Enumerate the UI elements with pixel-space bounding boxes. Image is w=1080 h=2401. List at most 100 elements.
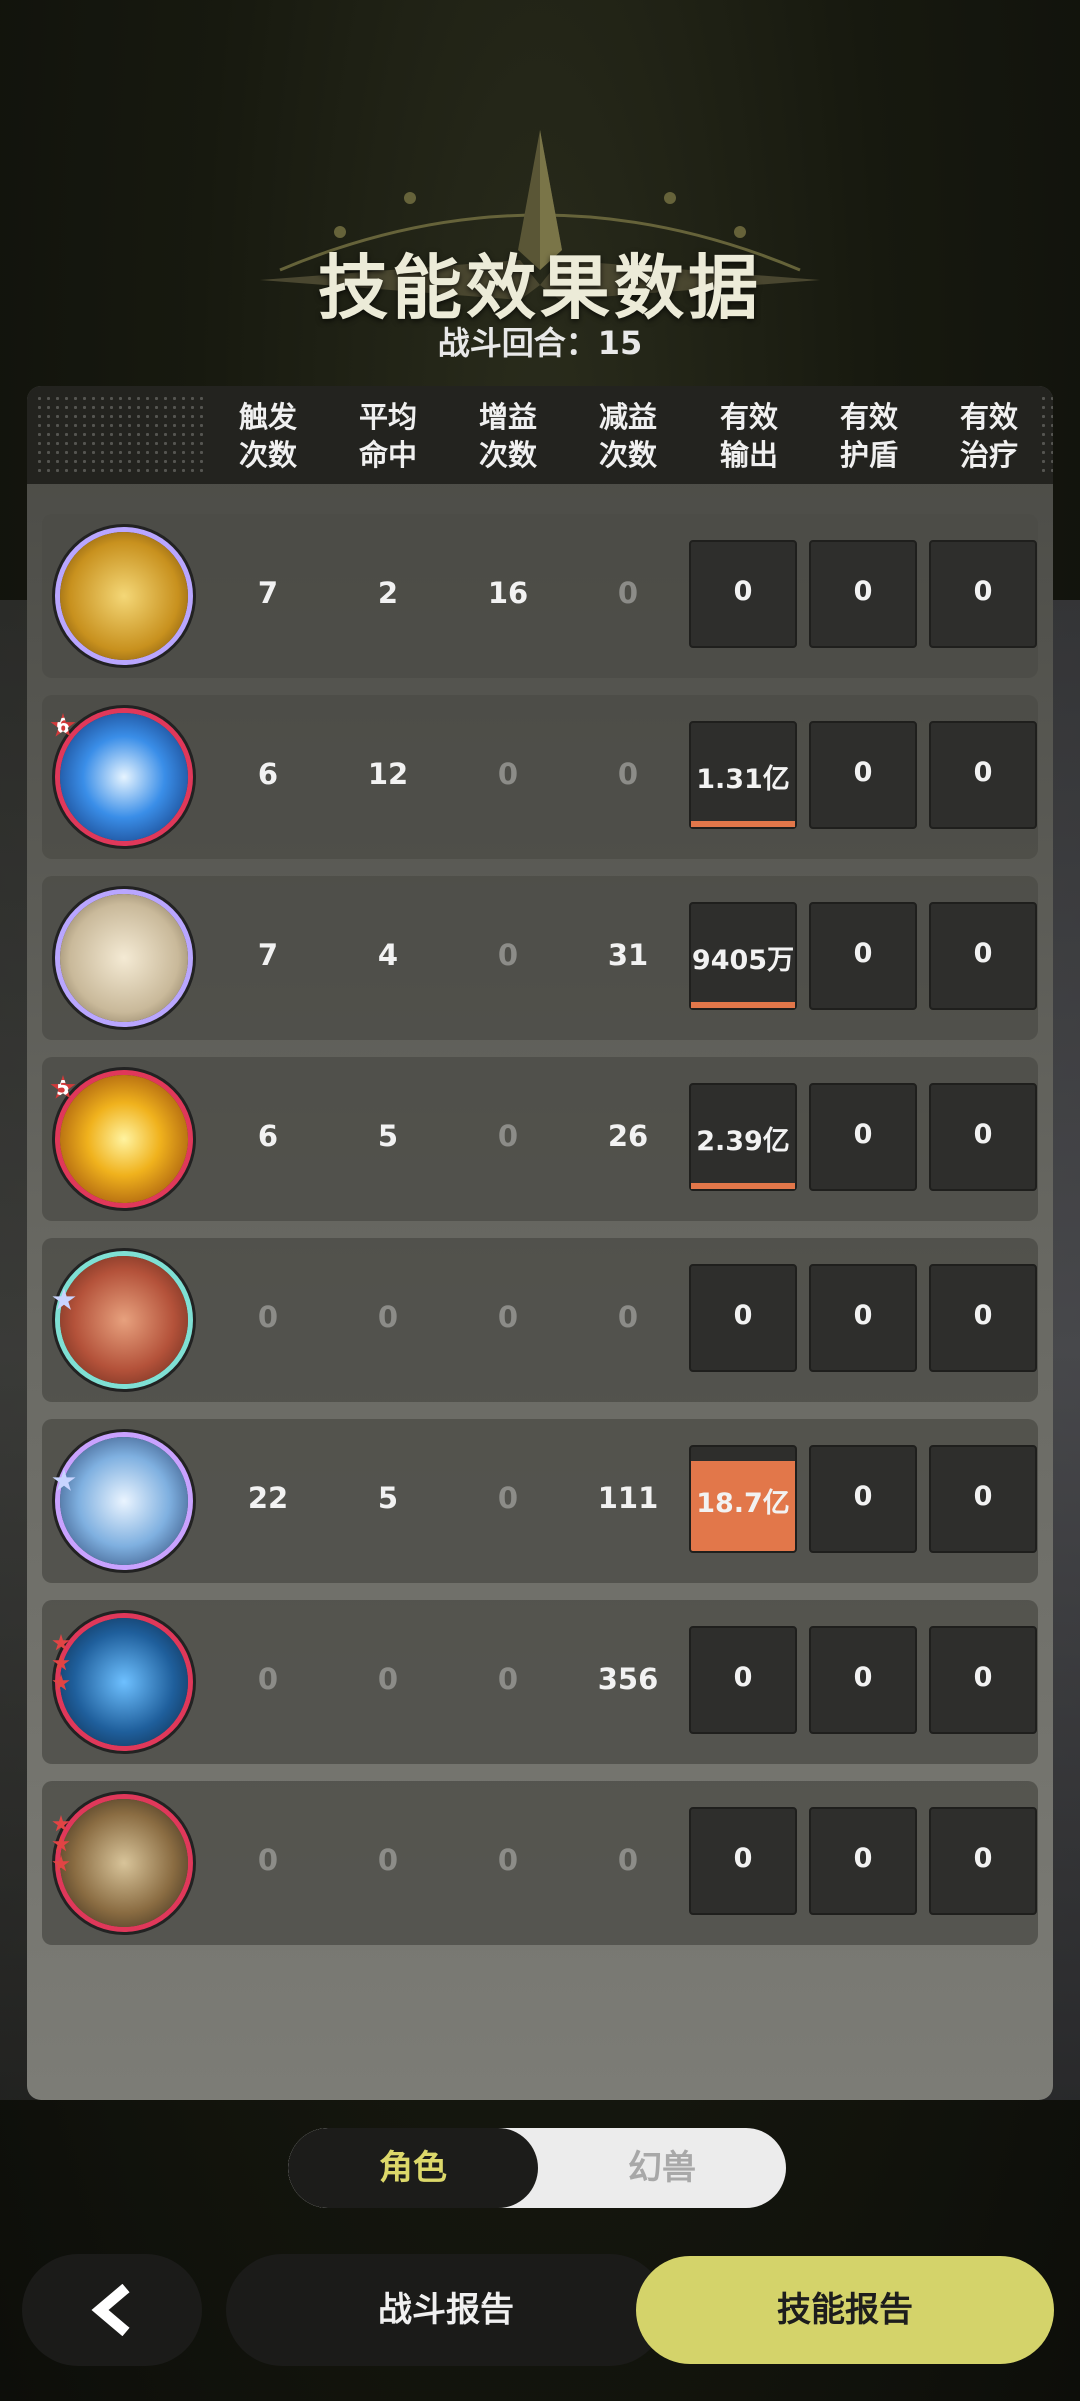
col-debuff-count: 减益 次数 bbox=[598, 400, 657, 472]
cell-shield-box: 0 bbox=[809, 540, 917, 648]
cell-trigger: 22 bbox=[247, 1481, 289, 1515]
cell-heal-box: 0 bbox=[929, 540, 1037, 648]
cell-avg-hit: 12 bbox=[367, 757, 409, 791]
ice-shield-icon[interactable] bbox=[60, 1437, 188, 1565]
output-progress-bar bbox=[691, 821, 795, 827]
red-stars-icon bbox=[52, 1815, 72, 1875]
battle-round-text: 战斗回合：15 bbox=[437, 324, 643, 362]
back-button[interactable] bbox=[22, 2254, 202, 2366]
cell-avg-hit: 0 bbox=[377, 1843, 399, 1877]
cell-output-value: 18.7亿 bbox=[696, 1488, 790, 1519]
cell-debuff: 26 bbox=[607, 1119, 649, 1153]
cell-heal-value: 0 bbox=[973, 1300, 993, 1331]
cell-debuff: 0 bbox=[617, 757, 639, 791]
cell-output-box: 1.31亿 bbox=[689, 721, 797, 829]
table-row[interactable]: 0 0 0 0 0 0 0 bbox=[42, 1781, 1038, 1945]
beast-claw-icon[interactable] bbox=[60, 1799, 188, 1927]
cell-trigger: 7 bbox=[257, 938, 279, 972]
cell-shield-value: 0 bbox=[853, 1119, 873, 1150]
table-row[interactable]: 7 2 16 0 0 0 0 bbox=[42, 514, 1038, 678]
cell-shield-box: 0 bbox=[809, 1445, 917, 1553]
shield-sword-icon[interactable] bbox=[60, 1256, 188, 1384]
cell-shield-value: 0 bbox=[853, 1300, 873, 1331]
cell-debuff: 0 bbox=[617, 1843, 639, 1877]
cell-avg-hit: 4 bbox=[377, 938, 399, 972]
tab-role[interactable]: 角色 bbox=[288, 2128, 538, 2208]
col-trigger-count: 触发 次数 bbox=[238, 400, 297, 472]
cell-heal-value: 0 bbox=[973, 1662, 993, 1693]
cell-output-box: 9405万 bbox=[689, 902, 797, 1010]
table-row[interactable]: 7 4 0 31 9405万 0 0 bbox=[42, 876, 1038, 1040]
cell-shield-value: 0 bbox=[853, 1662, 873, 1693]
battle-report-button[interactable]: 战斗报告 bbox=[226, 2254, 666, 2366]
cell-heal-box: 0 bbox=[929, 1626, 1037, 1734]
cell-heal-value: 0 bbox=[973, 1481, 993, 1512]
cell-heal-box: 0 bbox=[929, 1083, 1037, 1191]
cell-output-value: 0 bbox=[733, 1300, 753, 1331]
cell-debuff: 356 bbox=[597, 1662, 659, 1696]
tab-beast[interactable]: 幻兽 bbox=[538, 2128, 786, 2208]
cell-shield-box: 0 bbox=[809, 902, 917, 1010]
cell-output-box: 0 bbox=[689, 1264, 797, 1372]
cell-shield-value: 0 bbox=[853, 938, 873, 969]
table-row[interactable]: 6 6 12 0 0 1.31亿 0 0 bbox=[42, 695, 1038, 859]
cell-output-value: 9405万 bbox=[691, 945, 795, 976]
col-avg-hit: 平均 命中 bbox=[358, 400, 417, 472]
col-buff-count: 增益 次数 bbox=[478, 400, 537, 472]
snowflake-icon[interactable] bbox=[60, 1618, 188, 1746]
cell-avg-hit: 0 bbox=[377, 1300, 399, 1334]
cell-shield-value: 0 bbox=[853, 1481, 873, 1512]
cell-buff: 0 bbox=[497, 1481, 519, 1515]
role-beast-toggle[interactable]: 角色 幻兽 bbox=[288, 2128, 786, 2208]
cell-shield-box: 0 bbox=[809, 1083, 917, 1191]
cell-buff: 0 bbox=[497, 938, 519, 972]
cell-heal-value: 0 bbox=[973, 757, 993, 788]
cell-buff: 16 bbox=[487, 576, 529, 610]
cell-avg-hit: 0 bbox=[377, 1662, 399, 1696]
pale-glyph-icon[interactable] bbox=[60, 894, 188, 1022]
table-row[interactable]: 0 0 0 0 0 0 0 bbox=[42, 1238, 1038, 1402]
cell-shield-value: 0 bbox=[853, 576, 873, 607]
golden-burst-icon[interactable] bbox=[60, 1075, 188, 1203]
cell-avg-hit: 5 bbox=[377, 1481, 399, 1515]
cell-avg-hit: 2 bbox=[377, 576, 399, 610]
cell-trigger: 6 bbox=[257, 1119, 279, 1153]
cell-heal-value: 0 bbox=[973, 938, 993, 969]
cell-shield-box: 0 bbox=[809, 1626, 917, 1734]
cell-buff: 0 bbox=[497, 1662, 519, 1696]
col-effective-heal: 有效 治疗 bbox=[959, 400, 1018, 472]
blue-vortex-icon[interactable] bbox=[60, 713, 188, 841]
chevron-left-icon bbox=[91, 2284, 130, 2336]
cell-shield-box: 0 bbox=[809, 721, 917, 829]
cell-buff: 0 bbox=[497, 757, 519, 791]
skill-report-button[interactable]: 技能报告 bbox=[636, 2256, 1054, 2364]
table-header: 触发 次数 平均 命中 增益 次数 减益 次数 有效 输出 有效 护盾 有效 治… bbox=[27, 386, 1053, 484]
table-row[interactable]: 0 0 0 356 0 0 0 bbox=[42, 1600, 1038, 1764]
cell-heal-value: 0 bbox=[973, 1119, 993, 1150]
cell-output-value: 1.31亿 bbox=[696, 764, 790, 795]
cell-heal-value: 0 bbox=[973, 576, 993, 607]
cell-buff: 0 bbox=[497, 1300, 519, 1334]
cell-output-value: 0 bbox=[733, 576, 753, 607]
table-row[interactable]: 5 6 5 0 26 2.39亿 0 0 bbox=[42, 1057, 1038, 1221]
gold-rune-icon[interactable] bbox=[60, 532, 188, 660]
cell-trigger: 0 bbox=[257, 1662, 279, 1696]
cell-avg-hit: 5 bbox=[377, 1119, 399, 1153]
level-badge: 6 bbox=[50, 713, 76, 737]
header-decor bbox=[35, 394, 205, 476]
cell-buff: 0 bbox=[497, 1843, 519, 1877]
cell-heal-box: 0 bbox=[929, 1264, 1037, 1372]
cell-output-box: 0 bbox=[689, 540, 797, 648]
table-row[interactable]: 22 5 0 111 18.7亿 0 0 bbox=[42, 1419, 1038, 1583]
cell-output-value: 0 bbox=[733, 1662, 753, 1693]
skill-data-panel[interactable]: 触发 次数 平均 命中 增益 次数 减益 次数 有效 输出 有效 护盾 有效 治… bbox=[27, 386, 1053, 2100]
cell-output-box: 0 bbox=[689, 1626, 797, 1734]
cell-output-box: 2.39亿 bbox=[689, 1083, 797, 1191]
output-progress-bar bbox=[691, 1002, 795, 1008]
cell-debuff: 111 bbox=[597, 1481, 659, 1515]
cell-heal-value: 0 bbox=[973, 1843, 993, 1874]
col-effective-shield: 有效 护盾 bbox=[839, 400, 898, 472]
red-stars-icon bbox=[52, 1634, 72, 1694]
cell-heal-box: 0 bbox=[929, 902, 1037, 1010]
cell-output-box: 18.7亿 bbox=[689, 1445, 797, 1553]
